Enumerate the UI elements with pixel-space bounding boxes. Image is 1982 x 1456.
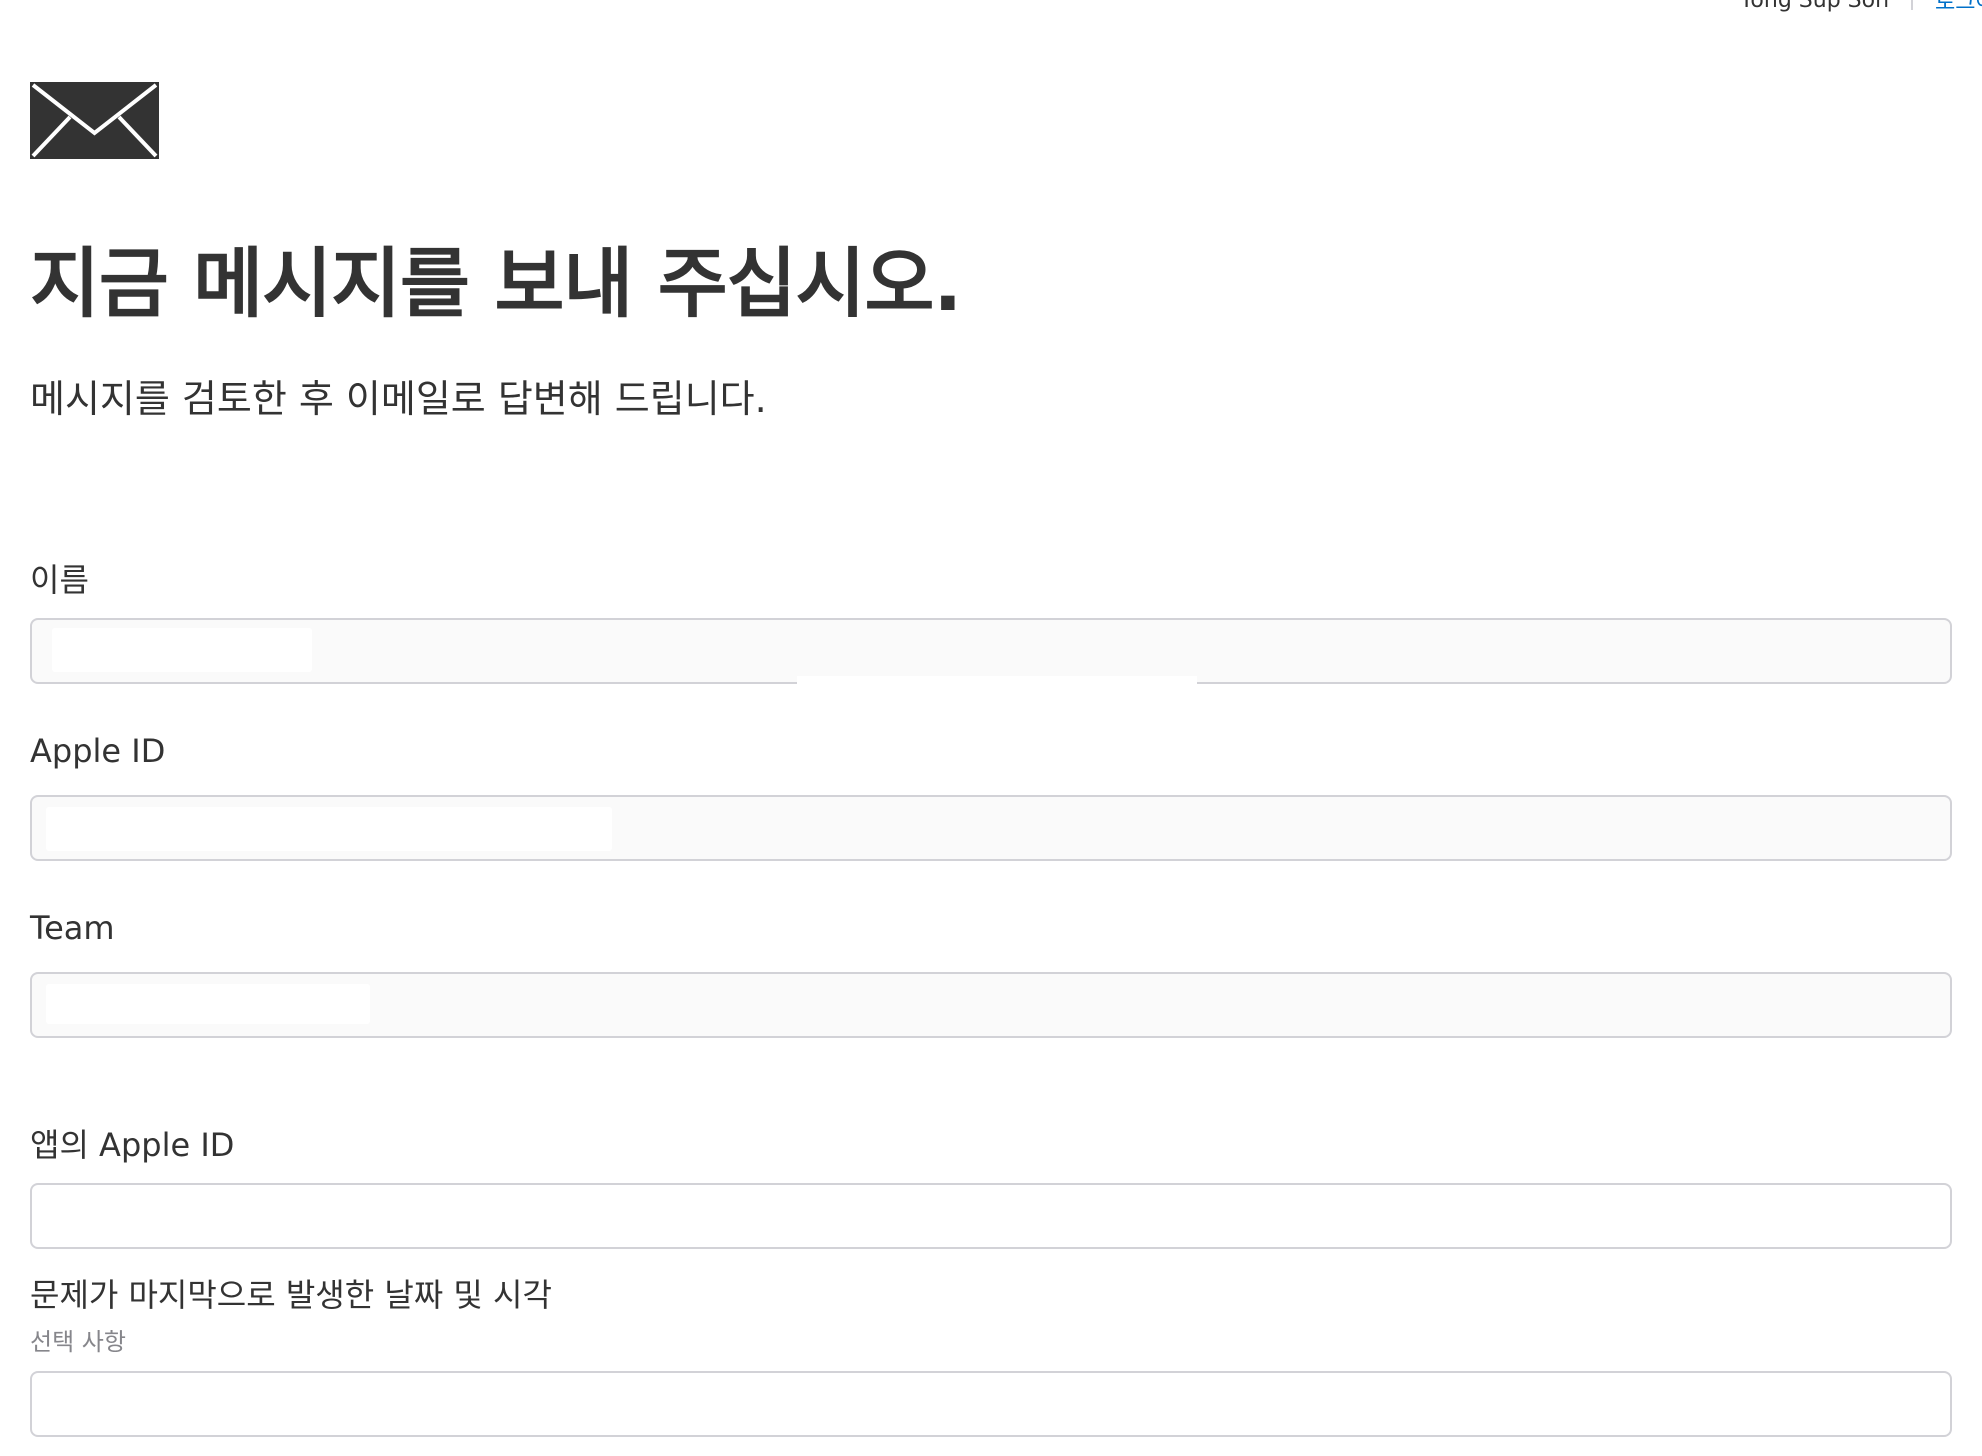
apple-id-field — [30, 795, 1952, 861]
date-time-label: 문제가 마지막으로 발생한 날짜 및 시각 — [30, 1276, 552, 1314]
app-apple-id-input[interactable] — [32, 1185, 1950, 1247]
app-apple-id-label: 앱의 Apple ID — [30, 1126, 235, 1164]
apple-id-label: Apple ID — [30, 732, 166, 770]
date-time-optional-hint: 선택 사항 — [30, 1328, 126, 1356]
team-field — [30, 972, 1952, 1038]
envelope-icon — [30, 82, 159, 159]
name-field — [30, 618, 1952, 684]
account-bar: Yong Sup Son 로그아웃 — [1739, 0, 1982, 15]
page-title: 지금 메시지를 보내 주십시오. — [30, 239, 962, 328]
logout-link[interactable]: 로그아웃 — [1935, 0, 1982, 16]
app-apple-id-field — [30, 1183, 1952, 1249]
account-bar-divider — [1911, 0, 1914, 10]
team-value-redacted — [46, 984, 370, 1024]
name-value-redacted — [52, 628, 312, 672]
page-subtitle: 메시지를 검토한 후 이메일로 답변해 드립니다. — [30, 377, 767, 421]
name-label: 이름 — [30, 561, 89, 599]
account-user-name: Yong Sup Son — [1739, 0, 1890, 13]
field-seam — [797, 676, 1197, 698]
team-label: Team — [30, 909, 115, 947]
date-time-input[interactable] — [32, 1373, 1950, 1435]
apple-id-value-redacted — [46, 807, 612, 851]
date-time-field — [30, 1371, 1952, 1437]
